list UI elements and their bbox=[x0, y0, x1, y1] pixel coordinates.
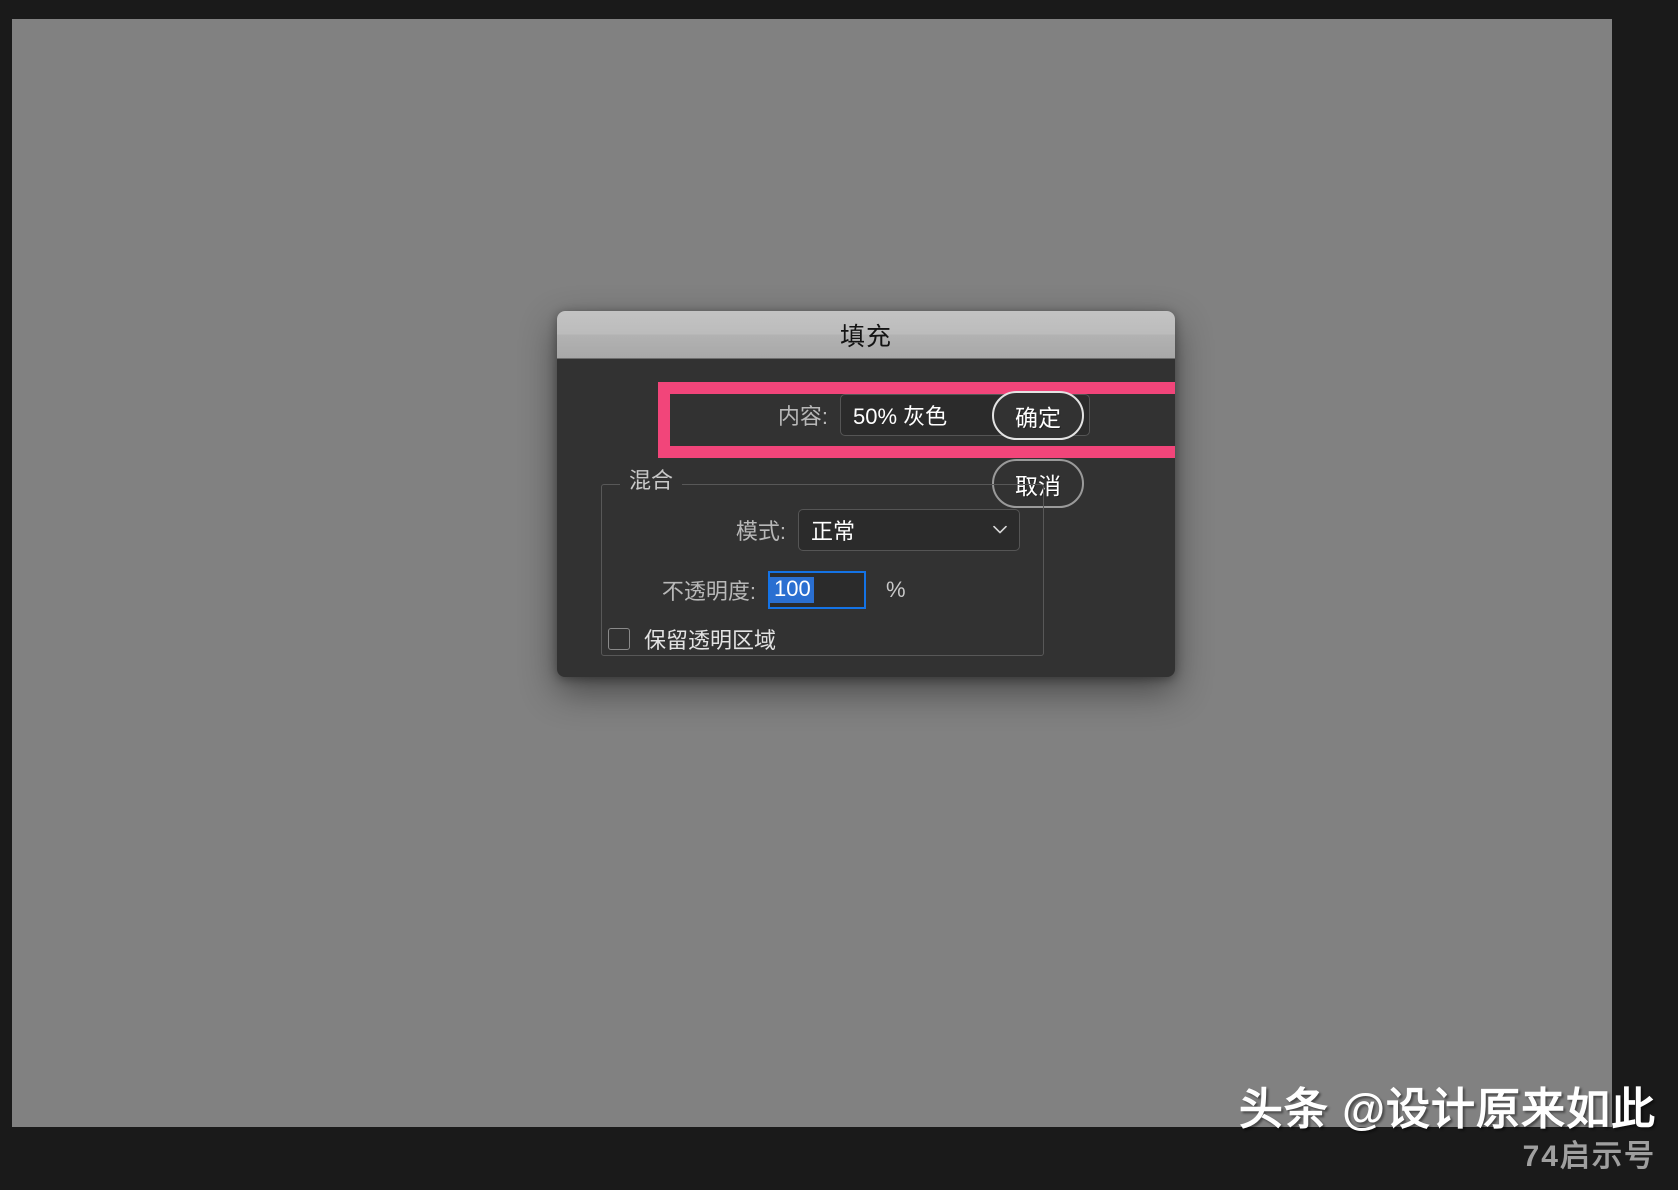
preserve-transparency-row[interactable]: 保留透明区域 bbox=[608, 623, 776, 655]
fill-dialog: 填充 内容: 50% 灰色 确定 取消 混合 模式: 正常 不透明度: 100 … bbox=[557, 311, 1175, 677]
photoshop-canvas: 填充 内容: 50% 灰色 确定 取消 混合 模式: 正常 不透明度: 100 … bbox=[12, 19, 1612, 1127]
blend-group: 混合 模式: 正常 不透明度: 100 % 保留透明区域 bbox=[601, 470, 1044, 656]
dialog-body: 内容: 50% 灰色 确定 取消 混合 模式: 正常 不透明度: 100 % 保… bbox=[557, 359, 1175, 677]
ok-button-label: 确定 bbox=[1015, 404, 1061, 431]
opacity-row: 不透明度: 100 % bbox=[602, 571, 1043, 609]
opacity-unit-label: % bbox=[886, 577, 906, 602]
mode-row: 模式: 正常 bbox=[602, 509, 1043, 551]
content-select-value: 50% 灰色 bbox=[853, 404, 948, 429]
watermark-sub: 74启示号 bbox=[1522, 1140, 1656, 1173]
preserve-transparency-checkbox[interactable] bbox=[608, 628, 630, 650]
opacity-input-value: 100 bbox=[770, 577, 814, 603]
mode-label: 模式: bbox=[735, 519, 786, 544]
dialog-title: 填充 bbox=[839, 322, 892, 351]
dialog-titlebar[interactable]: 填充 bbox=[557, 311, 1175, 359]
preserve-transparency-label: 保留透明区域 bbox=[644, 628, 777, 653]
chevron-down-icon bbox=[993, 525, 1007, 534]
blend-group-legend: 混合 bbox=[620, 470, 683, 492]
ok-button[interactable]: 确定 bbox=[992, 391, 1084, 440]
opacity-label: 不透明度: bbox=[661, 579, 756, 604]
mode-select-value: 正常 bbox=[811, 519, 856, 544]
mode-select[interactable]: 正常 bbox=[798, 509, 1020, 551]
opacity-input[interactable]: 100 bbox=[768, 571, 866, 609]
content-label: 内容: bbox=[777, 404, 828, 429]
